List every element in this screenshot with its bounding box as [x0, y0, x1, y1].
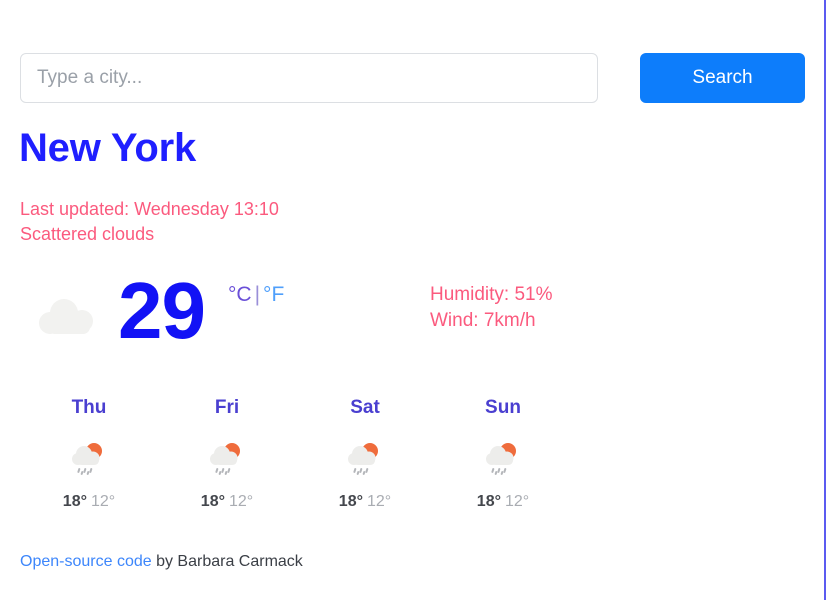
search-input[interactable]: [20, 53, 598, 103]
forecast-day-label: Thu: [71, 397, 107, 418]
forecast-temp-max: 18°: [338, 493, 363, 510]
wind-text: Wind: 7km/h: [430, 310, 536, 331]
forecast-day-temps: 18° 12°: [20, 492, 158, 512]
current-meta: Last updated: Wednesday 13:10 Scattered …: [20, 197, 279, 247]
sun-rain-cloud-icon: [434, 434, 572, 486]
search-row: Search: [20, 53, 805, 103]
weather-description-text: Scattered clouds: [20, 224, 155, 244]
search-button[interactable]: Search: [640, 53, 805, 103]
forecast-temp-min: 12°: [505, 493, 530, 510]
viewport-right-border: [824, 0, 826, 600]
forecast-day: Thu 18° 12°: [20, 396, 158, 512]
forecast-day: Fri 18° 12°: [158, 396, 296, 512]
last-updated-text: Last updated: Wednesday 13:10: [20, 199, 279, 219]
forecast-temp-max: 18°: [476, 493, 501, 510]
forecast-day-temps: 18° 12°: [158, 492, 296, 512]
cloud-icon: [36, 298, 102, 343]
celsius-link[interactable]: °C: [228, 283, 252, 306]
sun-rain-cloud-icon: [158, 434, 296, 486]
forecast-temp-max: 18°: [62, 493, 87, 510]
page-title: New York: [19, 126, 196, 170]
forecast-temp-min: 12°: [367, 493, 392, 510]
forecast-temp-min: 12°: [229, 493, 254, 510]
forecast-day: Sun 18° 12°: [434, 396, 572, 512]
open-source-code-link[interactable]: Open-source code: [20, 553, 152, 570]
footer: Open-source code by Barbara Carmack: [20, 552, 303, 572]
forecast-temp-min: 12°: [91, 493, 116, 510]
footer-attribution: by Barbara Carmack: [151, 553, 303, 570]
unit-separator: |: [254, 283, 261, 306]
unit-toggle: °C | °F: [228, 282, 284, 308]
forecast-day-label: Sat: [350, 397, 380, 418]
forecast-day-label: Fri: [214, 397, 240, 418]
forecast-row: Thu 18° 12° Fri 18° 12° Sat 18° 12° Sun …: [20, 396, 580, 512]
forecast-day: Sat 18° 12°: [296, 396, 434, 512]
sun-rain-cloud-icon: [296, 434, 434, 486]
current-conditions: 29 °C | °F Humidity: 51% Wind: 7km/h: [0, 262, 825, 372]
current-details: Humidity: 51% Wind: 7km/h: [430, 282, 553, 334]
forecast-day-temps: 18° 12°: [296, 492, 434, 512]
fahrenheit-link[interactable]: °F: [263, 283, 284, 306]
humidity-text: Humidity: 51%: [430, 284, 553, 305]
current-temperature: 29: [118, 266, 206, 355]
forecast-temp-max: 18°: [200, 493, 225, 510]
forecast-day-temps: 18° 12°: [434, 492, 572, 512]
sun-rain-cloud-icon: [20, 434, 158, 486]
forecast-day-label: Sun: [485, 397, 521, 418]
weather-app: Search New York Last updated: Wednesday …: [0, 0, 825, 600]
